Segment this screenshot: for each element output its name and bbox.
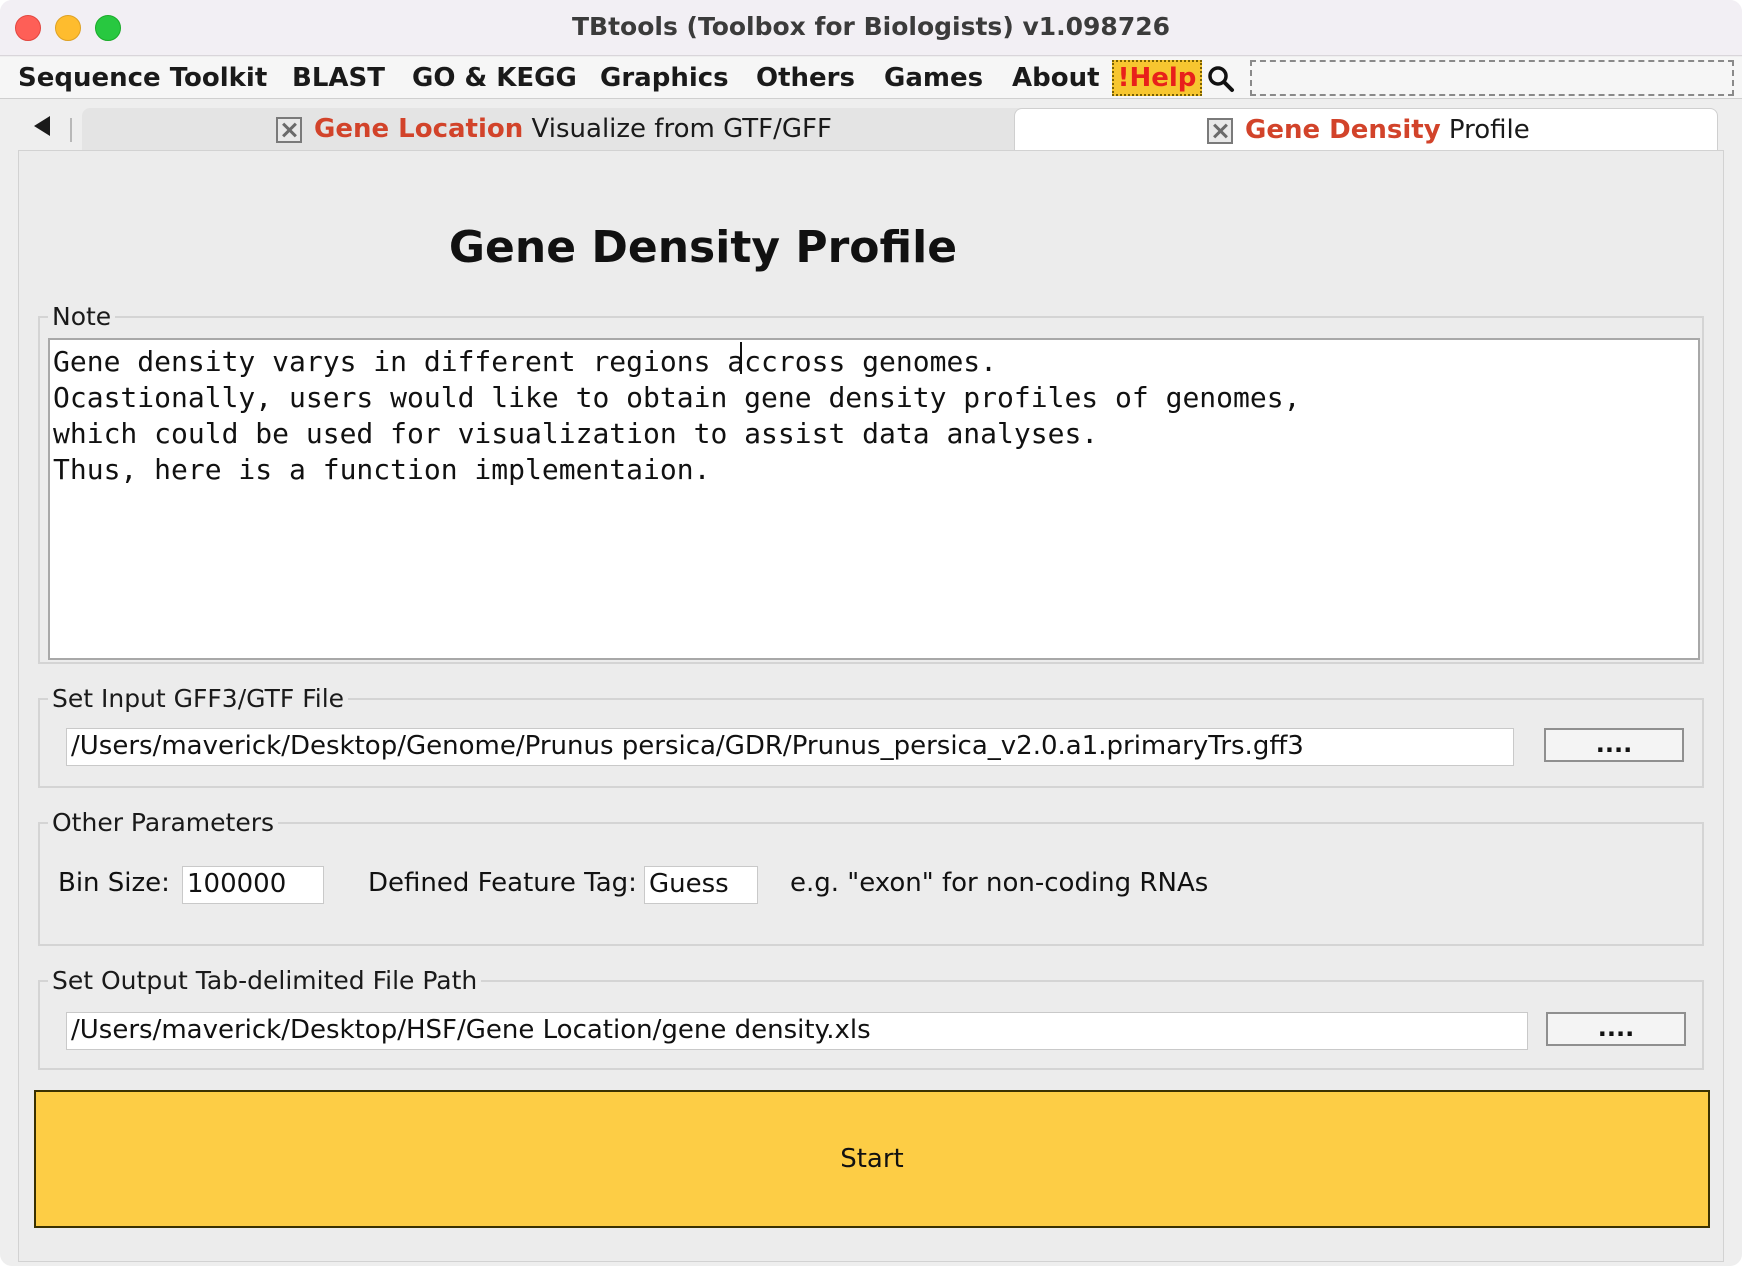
- tab-gene-density-label: Profile: [1440, 115, 1530, 145]
- search-input[interactable]: [1250, 60, 1734, 96]
- close-tab-icon[interactable]: [1207, 118, 1233, 144]
- menu-graphics[interactable]: Graphics: [600, 61, 729, 95]
- input-browse-button[interactable]: ....: [1544, 728, 1684, 762]
- parameters-group: Other Parameters Bin Size: 100000 Define…: [38, 810, 1704, 946]
- input-file-group: Set Input GFF3/GTF File /Users/maverick/…: [38, 686, 1704, 788]
- menu-about[interactable]: About: [1012, 61, 1100, 95]
- note-textarea[interactable]: Gene density varys in different regions …: [48, 338, 1700, 660]
- tab-gene-location-highlight: Gene Location: [314, 114, 524, 144]
- note-label: Note: [48, 304, 116, 330]
- search-icon[interactable]: [1207, 65, 1235, 93]
- tab-gene-location[interactable]: Gene Location Visualize from GTF/GFF: [82, 108, 1034, 150]
- parameters-label: Other Parameters: [48, 810, 279, 836]
- title-bar: TBtools (Toolbox for Biologists) v1.0987…: [0, 0, 1742, 56]
- menu-bar: Sequence Toolkit BLAST GO & KEGG Graphic…: [0, 57, 1742, 99]
- menu-sequence-toolkit[interactable]: Sequence Toolkit: [18, 61, 267, 95]
- output-file-label: Set Output Tab-delimited File Path: [48, 968, 482, 994]
- tab-gene-location-label: Visualize from GTF/GFF: [523, 114, 832, 144]
- bin-size-label: Bin Size:: [58, 868, 170, 898]
- close-tab-icon[interactable]: [276, 117, 302, 143]
- note-group: Note Gene density varys in different reg…: [38, 304, 1704, 664]
- help-button[interactable]: !Help: [1112, 60, 1202, 96]
- bin-size-input[interactable]: 100000: [182, 866, 324, 904]
- window-title: TBtools (Toolbox for Biologists) v1.0987…: [571, 12, 1171, 41]
- input-file-field[interactable]: /Users/maverick/Desktop/Genome/Prunus pe…: [66, 728, 1514, 766]
- feature-tag-label: Defined Feature Tag:: [368, 868, 637, 898]
- start-button[interactable]: Start: [34, 1090, 1710, 1228]
- menu-blast[interactable]: BLAST: [292, 61, 385, 95]
- feature-tag-hint: e.g. "exon" for non-coding RNAs: [790, 868, 1209, 898]
- tab-scroll-left-icon[interactable]: [34, 116, 50, 136]
- page-title: Gene Density Profile: [448, 222, 958, 273]
- tab-gene-density[interactable]: Gene Density Profile: [1014, 108, 1718, 150]
- tab-separator: [70, 118, 72, 142]
- tab-gene-density-highlight: Gene Density: [1245, 115, 1441, 145]
- menu-others[interactable]: Others: [756, 61, 855, 95]
- text-caret: [740, 342, 742, 374]
- app-window: TBtools (Toolbox for Biologists) v1.0987…: [0, 0, 1742, 1266]
- output-file-field[interactable]: /Users/maverick/Desktop/HSF/Gene Locatio…: [66, 1012, 1528, 1050]
- input-file-label: Set Input GFF3/GTF File: [48, 686, 349, 712]
- output-browse-button[interactable]: ....: [1546, 1012, 1686, 1046]
- output-file-group: Set Output Tab-delimited File Path /User…: [38, 968, 1704, 1070]
- menu-go-kegg[interactable]: GO & KEGG: [412, 61, 577, 95]
- feature-tag-input[interactable]: Guess: [644, 866, 758, 904]
- tab-bar: Gene Location Visualize from GTF/GFF Gen…: [22, 108, 1720, 150]
- menu-games[interactable]: Games: [884, 61, 983, 95]
